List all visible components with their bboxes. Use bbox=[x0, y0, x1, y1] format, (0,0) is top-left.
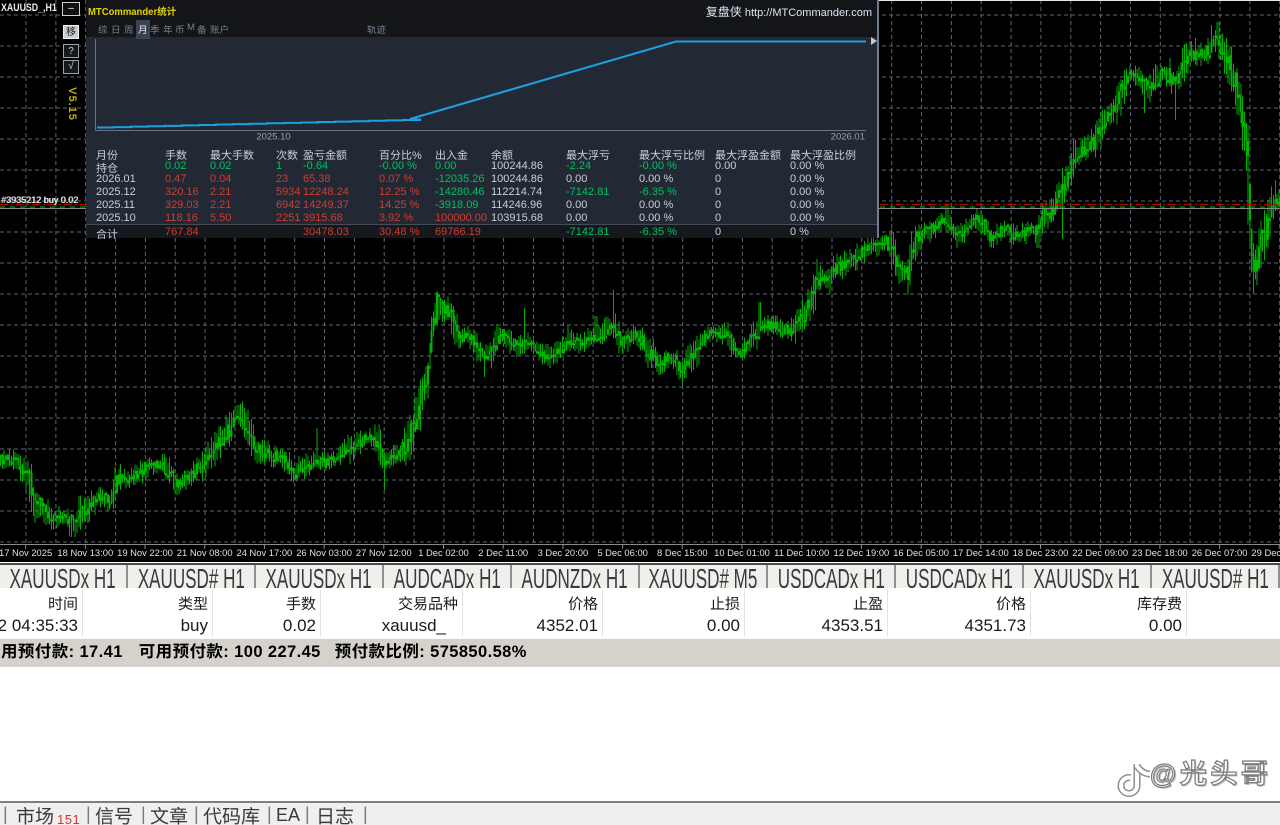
svg-text:2025.10: 2025.10 bbox=[256, 132, 290, 143]
svg-text:29 Dec 18:00: 29 Dec 18:00 bbox=[1251, 547, 1280, 558]
svg-text:3 Dec 20:00: 3 Dec 20:00 bbox=[538, 547, 589, 558]
svg-text:17 Dec 14:00: 17 Dec 14:00 bbox=[953, 547, 1009, 558]
svg-text:8 Dec 15:00: 8 Dec 15:00 bbox=[657, 547, 708, 558]
svg-text:2026.01: 2026.01 bbox=[831, 132, 865, 143]
svg-text:2 Dec 11:00: 2 Dec 11:00 bbox=[478, 547, 528, 558]
svg-text:12 Dec 19:00: 12 Dec 19:00 bbox=[834, 547, 890, 558]
svg-text:24 Nov 17:00: 24 Nov 17:00 bbox=[237, 547, 293, 558]
svg-text:1 Dec 02:00: 1 Dec 02:00 bbox=[418, 547, 469, 558]
svg-text:22 Dec 09:00: 22 Dec 09:00 bbox=[1072, 547, 1128, 558]
svg-text:10 Dec 01:00: 10 Dec 01:00 bbox=[714, 547, 770, 558]
svg-text:23 Dec 18:00: 23 Dec 18:00 bbox=[1132, 547, 1188, 558]
svg-text:26 Nov 03:00: 26 Nov 03:00 bbox=[296, 547, 352, 558]
svg-text:17 Nov 2025: 17 Nov 2025 bbox=[0, 547, 52, 558]
svg-text:27 Nov 12:00: 27 Nov 12:00 bbox=[356, 547, 412, 558]
svg-text:18 Dec 23:00: 18 Dec 23:00 bbox=[1013, 547, 1069, 558]
svg-text:18 Nov 13:00: 18 Nov 13:00 bbox=[57, 547, 113, 558]
svg-text:16 Dec 05:00: 16 Dec 05:00 bbox=[893, 547, 949, 558]
svg-text:5 Dec 06:00: 5 Dec 06:00 bbox=[597, 547, 648, 558]
svg-text:11 Dec 10:00: 11 Dec 10:00 bbox=[774, 547, 829, 558]
svg-text:21 Nov 08:00: 21 Nov 08:00 bbox=[177, 547, 233, 558]
svg-text:26 Dec 07:00: 26 Dec 07:00 bbox=[1192, 547, 1248, 558]
svg-text:19 Nov 22:00: 19 Nov 22:00 bbox=[117, 547, 173, 558]
